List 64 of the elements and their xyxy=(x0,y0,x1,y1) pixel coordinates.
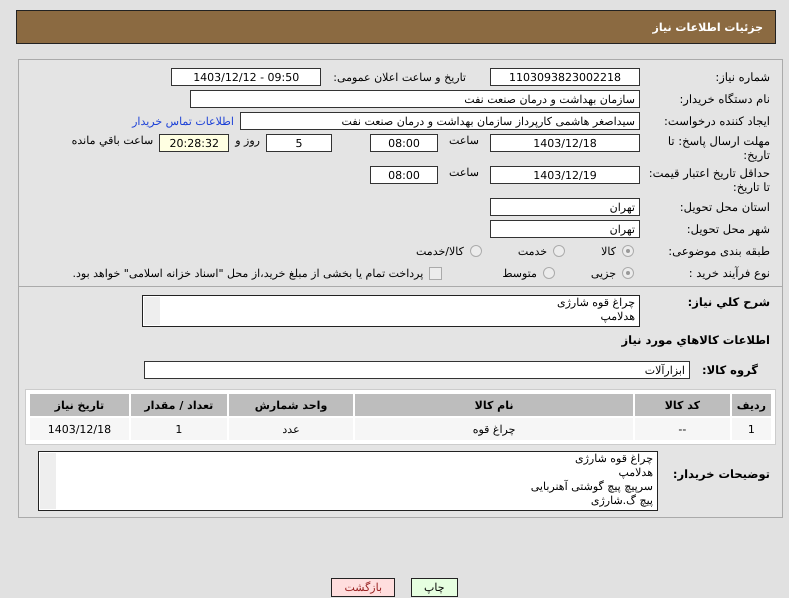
description-textarea[interactable]: چراغ قوه شارژی هدلامپ xyxy=(142,295,640,327)
need-number-field: 1103093823002218 xyxy=(490,68,640,86)
field-label: توضیحات خریدار: xyxy=(672,466,770,481)
time-field: 08:00 xyxy=(370,134,438,152)
column-header: تاریخ نیاز xyxy=(30,394,129,416)
contact-link[interactable]: اطلاعات تماس خریدار xyxy=(132,114,234,128)
page-title: جزئیات اطلاعات نیاز xyxy=(652,20,763,34)
table-cell: 1 xyxy=(130,418,227,440)
announce-date-field: 1403/12/12 - 09:50 xyxy=(171,68,322,86)
text-line: سرپیچ پیچ گوشتی آهنربایی xyxy=(530,480,653,494)
text-line: هدلامپ xyxy=(617,466,653,480)
action-button[interactable]: چاپ xyxy=(411,578,458,597)
field-label: شماره نیاز: xyxy=(714,70,770,84)
field-label: روز و xyxy=(235,134,260,147)
text-line: هدلامپ xyxy=(599,310,635,324)
column-header: تعداد / مقدار xyxy=(130,394,227,416)
table-cell: 1403/12/18 xyxy=(30,418,129,440)
requester-field: سیداصغر هاشمی کارپرداز سازمان بهداشت و درمان صنعت نفت xyxy=(240,112,640,130)
text-line: پیچ گ.شارژی xyxy=(590,494,653,508)
field-label: نوع فرآیند خرید : xyxy=(688,266,770,280)
payment-note: پرداخت تمام یا بخشی از مبلغ خرید،از محل "اسناد خزانه اسلامی" خواهد بود. xyxy=(72,266,424,280)
action-button[interactable]: بازگشت xyxy=(331,578,396,597)
field-label: شهر محل تحویل: xyxy=(686,222,770,236)
days-field: 5 xyxy=(266,134,332,152)
field-label: شرح کلي نياز: xyxy=(686,295,770,309)
date-field: 1403/12/18 xyxy=(490,134,640,152)
text-line: چراغ قوه شارژی xyxy=(574,452,653,466)
column-header: واحد شمارش xyxy=(228,394,354,416)
field-label: ساعت xyxy=(448,166,480,179)
section-heading: اطلاعات کالاهاي مورد نياز xyxy=(622,333,770,347)
checkbox[interactable] xyxy=(429,266,442,280)
scrollbar xyxy=(40,453,56,509)
field-label: گروه کالا: xyxy=(701,363,759,377)
field-label: طبقه بندی موضوعی: xyxy=(667,244,770,258)
column-header: ردیف xyxy=(732,394,771,416)
field-label: ساعت xyxy=(448,134,480,147)
field-label: ساعت باقي مانده xyxy=(72,134,154,147)
radio-option[interactable]: خدمت xyxy=(518,244,566,258)
field-label: استان محل تحویل: xyxy=(678,200,770,214)
radio-option[interactable]: جزیی xyxy=(590,266,634,280)
city-field: تهران xyxy=(490,220,640,238)
table-cell: -- xyxy=(634,418,730,440)
buyer-org-field: سازمان بهداشت و درمان صنعت نفت xyxy=(190,90,640,108)
buyer-notes-textarea[interactable]: چراغ قوه شارژی هدلامپ سرپیچ پیچ گوشتی آهنربایی پیچ گ.شارژی xyxy=(38,451,658,511)
text-line: چراغ قوه شارژی xyxy=(556,296,635,310)
time-field: 08:00 xyxy=(370,166,438,184)
field-label: مهلت ارسال پاسخ: تا تاریخ: xyxy=(666,134,770,162)
scrollbar xyxy=(144,297,160,325)
radio-option[interactable]: کالا xyxy=(601,244,634,258)
table-cell: چراغ قوه xyxy=(355,418,633,440)
field-label: نام دستگاه خریدار: xyxy=(678,92,770,106)
goods-group-field: ابزارآلات xyxy=(144,361,690,379)
column-header: کد کالا xyxy=(634,394,730,416)
field-label: حداقل تاریخ اعتبار قیمت: تا تاریخ: xyxy=(648,166,770,194)
date-field: 1403/12/19 xyxy=(490,166,640,184)
table-cell: 1 xyxy=(732,418,771,440)
remaining-time-field: 20:28:32 xyxy=(159,134,230,152)
table-cell: عدد xyxy=(228,418,354,440)
field-label: تاریخ و ساعت اعلان عمومی: xyxy=(333,70,466,84)
field-label: ایجاد کننده درخواست: xyxy=(663,114,770,128)
radio-option[interactable]: متوسط xyxy=(502,266,555,280)
column-header: نام کالا xyxy=(355,394,633,416)
province-field: تهران xyxy=(490,198,640,216)
radio-option[interactable]: کالا/خدمت xyxy=(416,244,482,258)
